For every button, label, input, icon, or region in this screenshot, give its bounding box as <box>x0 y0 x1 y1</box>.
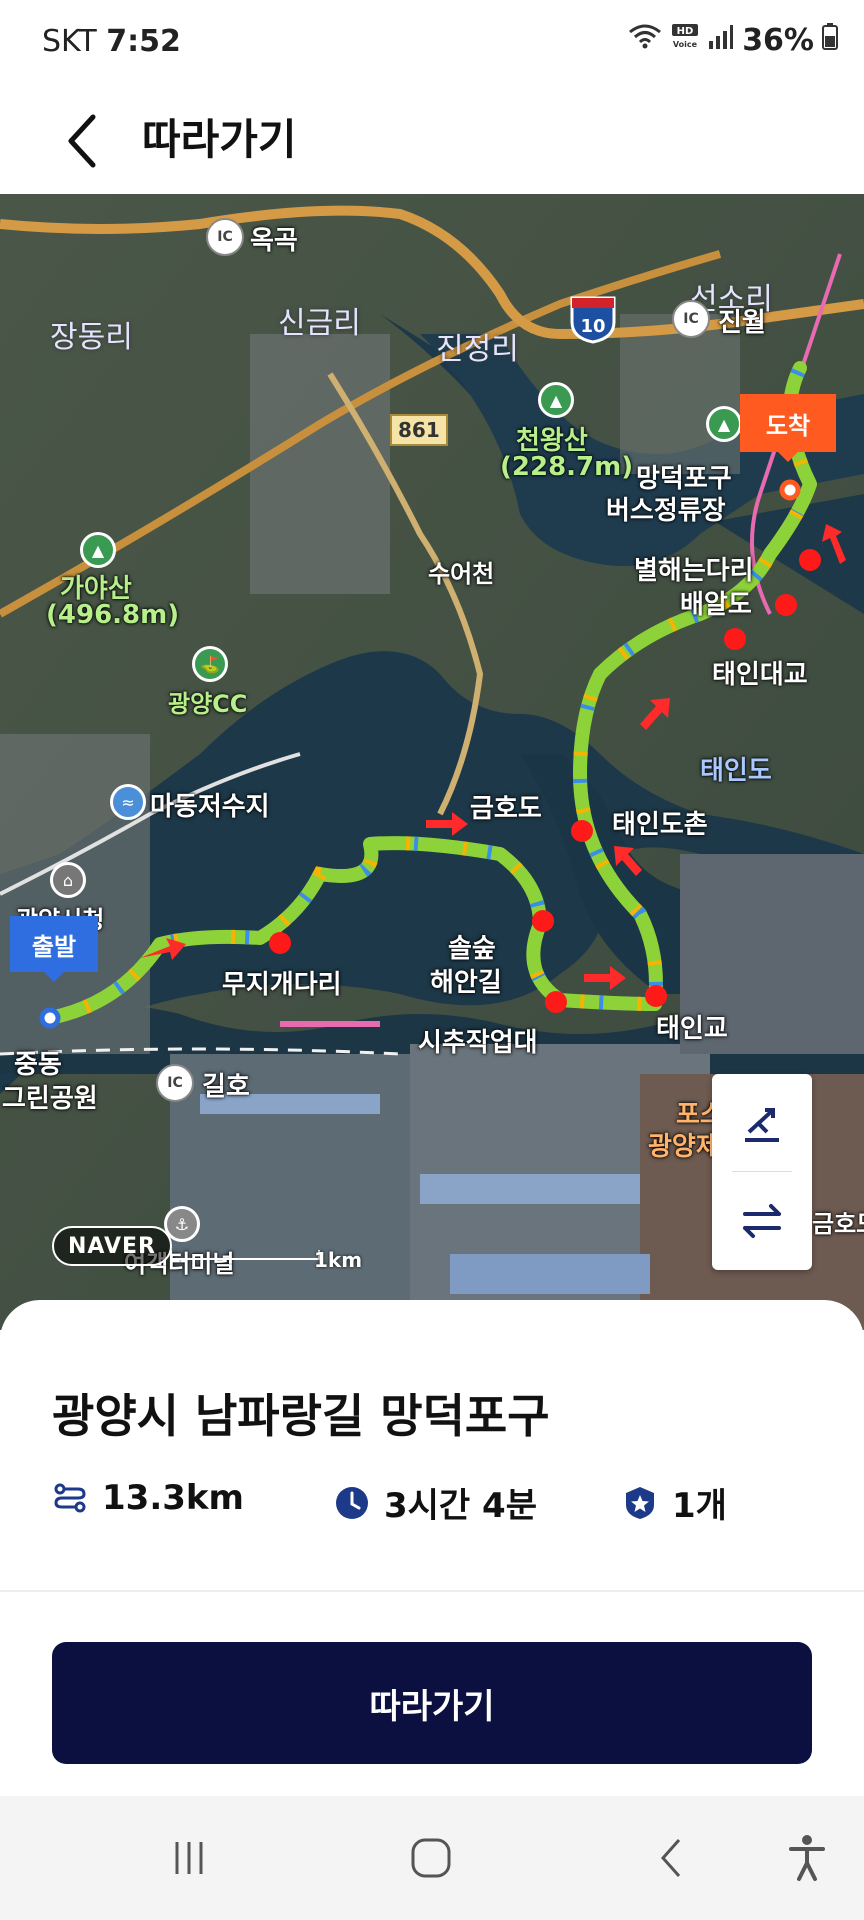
swap-direction-icon <box>743 1204 781 1238</box>
golf-icon: ⛳ <box>192 646 228 682</box>
map-label-okgok: 옥곡 <box>250 226 298 256</box>
map-label-green-park: 그린공원 <box>2 1084 98 1114</box>
mountain-icon: ▲ <box>538 382 574 418</box>
home-button[interactable] <box>396 1828 466 1888</box>
map-label-taeingyo: 태인교 <box>656 1014 728 1044</box>
distance-stat: 13.3km <box>52 1478 244 1518</box>
map-label-solsup: 솔숲 <box>448 934 496 964</box>
wifi-icon <box>628 22 662 58</box>
map-label-posco-2: 광양제 <box>648 1132 720 1162</box>
signal-icon <box>708 23 734 58</box>
recent-apps-button[interactable] <box>154 1828 224 1888</box>
duration-stat: 3시간 4분 <box>334 1478 537 1527</box>
battery-icon <box>822 22 838 58</box>
mountain-icon-3: ▲ <box>80 532 116 568</box>
status-right: HD Voice 36% <box>628 22 838 58</box>
duration-value: 3시간 4분 <box>384 1486 537 1526</box>
route-title: 광양시 남파랑길 망덕포구 <box>52 1389 550 1443</box>
status-bar: SKT 7:52 HD Voice 36% <box>0 0 864 90</box>
map-label-jungdong: 중동 <box>14 1050 62 1080</box>
map-control-divider <box>732 1171 792 1172</box>
map-label-geumhodo-edge: 금호도 <box>812 1210 864 1238</box>
system-back-button[interactable] <box>638 1828 708 1888</box>
battery-text: 36% <box>742 22 814 58</box>
hd-voice-icon: HD Voice <box>670 22 700 58</box>
naver-logo: NAVER <box>52 1226 172 1266</box>
map-label-singeumri: 신금리 <box>278 306 361 341</box>
svg-text:HD: HD <box>677 26 694 37</box>
accessibility-icon <box>789 1835 825 1881</box>
clock-icon <box>334 1485 370 1521</box>
road-861-badge: 861 <box>390 414 448 446</box>
map-label-mangdeok-stop-2: 버스정류장 <box>606 496 726 526</box>
map-label-cheonwangsan-height: (228.7m) <box>500 452 634 482</box>
map-label-sueocheon: 수어천 <box>428 560 495 588</box>
system-nav-bar <box>0 1796 864 1920</box>
route-stats: 13.3km 3시간 4분 1개 <box>52 1478 832 1528</box>
sheet-divider <box>0 1590 864 1592</box>
scale-label: 1km <box>314 1248 363 1272</box>
ic-okgok-icon: IC <box>206 218 244 256</box>
map-label-mujigae-bridge: 무지개다리 <box>222 970 342 1000</box>
page-title: 따라가기 <box>142 115 297 164</box>
distance-value: 13.3km <box>102 1478 244 1518</box>
route-map[interactable]: IC 옥곡 선소리 IC 진월 장동리 신금리 진정리 861 10 ▲ 천왕산… <box>0 194 864 1330</box>
route-distance-icon <box>52 1480 88 1516</box>
header: 따라가기 <box>0 90 864 194</box>
map-label-gayasan-height: (496.8m) <box>46 600 180 630</box>
swap-direction-button[interactable] <box>712 1172 812 1270</box>
map-label-madong-reservoir: 마동저수지 <box>150 792 270 822</box>
highway-10-shield: 10 <box>568 294 618 344</box>
map-label-gilho: 길호 <box>202 1072 250 1102</box>
map-label-baealdo: 배알도 <box>680 590 752 620</box>
map-label-sichuk: 시추작업대 <box>418 1028 538 1058</box>
city-hall-icon: ⌂ <box>50 862 86 898</box>
map-label-taein-bridge-big: 태인대교 <box>712 660 808 690</box>
highway-10-label: 10 <box>580 316 605 337</box>
end-badge[interactable]: 도착 <box>740 394 836 462</box>
carrier: SKT <box>42 24 97 59</box>
recent-apps-icon <box>175 1842 203 1874</box>
back-button[interactable] <box>48 106 118 176</box>
map-label-gwangyang-cc: 광양CC <box>168 690 248 718</box>
back-icon <box>660 1839 681 1877</box>
map-label-jinwol: 진월 <box>718 308 766 338</box>
svg-text:Voice: Voice <box>673 40 698 49</box>
clock: 7:52 <box>106 24 181 59</box>
start-badge[interactable]: 출발 <box>10 916 98 982</box>
follow-button[interactable]: 따라가기 <box>52 1642 812 1764</box>
map-label-taeindo: 태인도 <box>700 756 772 786</box>
map-label-solsup-2: 해안길 <box>430 968 502 998</box>
chevron-left-icon <box>68 114 96 168</box>
stamp-value: 1개 <box>672 1486 727 1526</box>
map-label-jangdongri: 장동리 <box>50 320 133 355</box>
map-label-taeindochon: 태인도촌 <box>612 810 708 840</box>
ic-gilho-icon: IC <box>156 1064 194 1102</box>
map-label-byeolhae-bridge: 별해는다리 <box>634 556 754 586</box>
map-controls <box>712 1074 812 1270</box>
home-icon <box>411 1838 451 1878</box>
accessibility-button[interactable] <box>772 1828 842 1888</box>
map-label-jinjeongri: 진정리 <box>436 332 519 367</box>
route-fit-button[interactable] <box>712 1074 812 1172</box>
ic-jinwol-icon: IC <box>672 300 710 338</box>
scale-bar <box>170 1250 320 1260</box>
status-left: SKT 7:52 <box>42 24 181 59</box>
stamp-badge-icon <box>622 1485 658 1521</box>
route-info-sheet: 광양시 남파랑길 망덕포구 13.3km 3시간 4분 1개 따라가기 <box>0 1300 864 1796</box>
route-fit-icon <box>745 1108 779 1142</box>
stamp-stat: 1개 <box>622 1478 727 1527</box>
mountain-icon-2: ▲ <box>706 406 742 442</box>
reservoir-icon: ≈ <box>110 784 146 820</box>
map-label-geumhodo: 금호도 <box>470 794 542 824</box>
